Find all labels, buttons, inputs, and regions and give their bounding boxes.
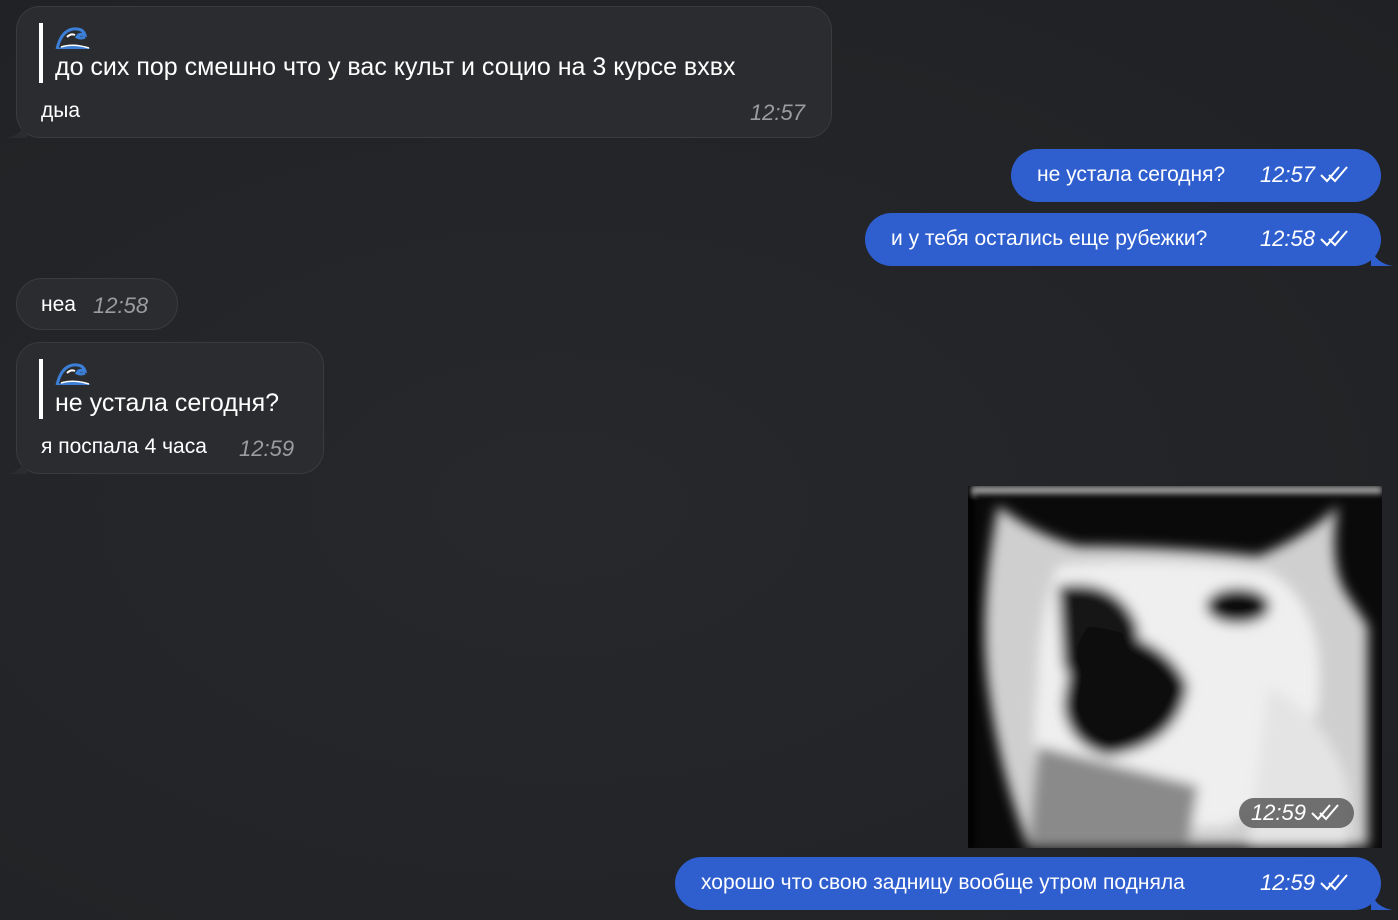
photo-message[interactable]: 12:59 (968, 486, 1382, 848)
message-time: 12:57 (1259, 162, 1315, 187)
bubble-tail (1371, 890, 1393, 910)
message-time: 12:58 (93, 293, 149, 318)
double-check-icon (1320, 166, 1348, 183)
incoming-message-bubble[interactable]: неа 12:58 (16, 278, 178, 330)
outgoing-message-bubble[interactable]: и у тебя остались еще рубежки? 12:58 (865, 213, 1393, 266)
message-text: неа (41, 293, 76, 316)
double-check-icon (1320, 874, 1348, 891)
message-time: 12:59 (1250, 800, 1306, 825)
message-time: 12:59 (239, 436, 295, 461)
wave-emoji-icon (55, 363, 91, 386)
bubble-tail (1371, 246, 1393, 266)
double-check-icon (1320, 230, 1348, 247)
reply-quote[interactable]: до сих пор смешно что у вас культ и соци… (39, 23, 736, 83)
message-text: хорошо что свою задницу вообще утром под… (701, 871, 1185, 894)
incoming-message-bubble[interactable]: не устала сегодня? я поспала 4 часа 12:5… (7, 342, 324, 474)
message-text: не устала сегодня? (1037, 163, 1226, 186)
message-text: дыа (41, 99, 81, 122)
bubble-tail (7, 452, 27, 474)
outgoing-message-bubble[interactable]: не устала сегодня? 12:57 (1011, 149, 1381, 202)
message-text: и у тебя остались еще рубежки? (891, 227, 1208, 250)
message-time: 12:58 (1259, 226, 1315, 251)
incoming-message-bubble[interactable]: до сих пор смешно что у вас культ и соци… (7, 6, 832, 138)
double-check-icon (1311, 804, 1339, 821)
reply-quote[interactable]: не устала сегодня? (39, 359, 279, 419)
chat-area[interactable]: до сих пор смешно что у вас культ и соци… (0, 0, 1398, 920)
reply-text: до сих пор смешно что у вас культ и соци… (55, 53, 736, 81)
photo-time-badge: 12:59 (1238, 798, 1354, 828)
reply-text: не устала сегодня? (55, 389, 280, 417)
wave-emoji-icon (55, 27, 91, 50)
bubble-tail (7, 116, 27, 138)
message-text: я поспала 4 часа (41, 435, 207, 458)
cat-photo (968, 486, 1382, 848)
message-time: 12:57 (749, 100, 805, 125)
outgoing-message-bubble[interactable]: хорошо что свою задницу вообще утром под… (675, 857, 1393, 910)
message-time: 12:59 (1259, 870, 1315, 895)
